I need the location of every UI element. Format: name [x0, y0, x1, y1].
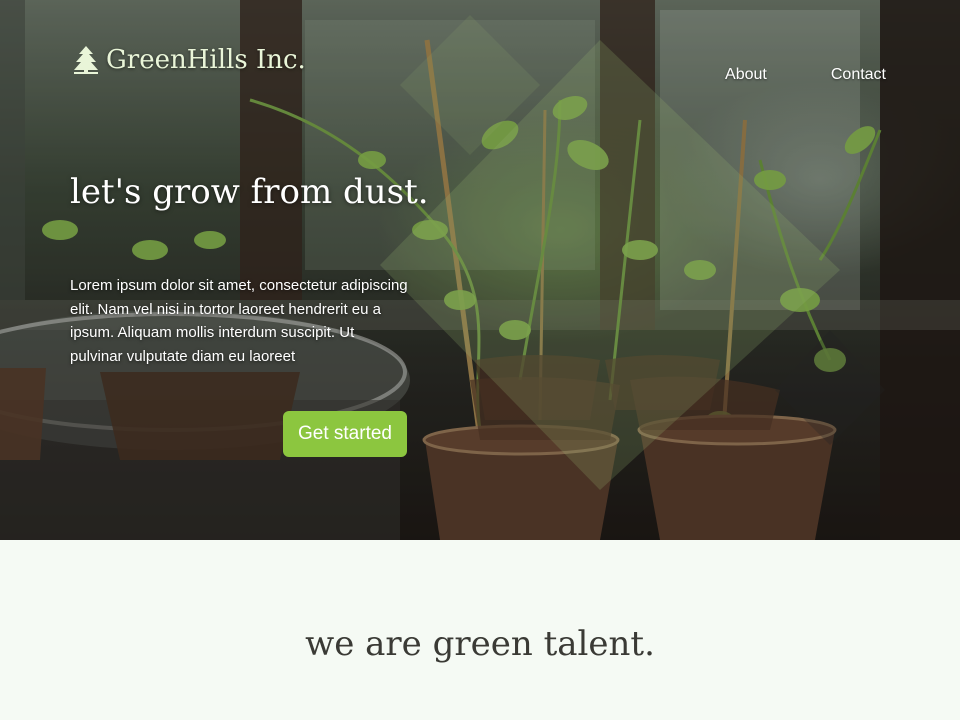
hero-section: GreenHills Inc. About Contact let's grow… — [0, 0, 960, 540]
pine-tree-icon — [74, 46, 98, 74]
nav-link-about[interactable]: About — [725, 66, 767, 84]
brand-name: GreenHills Inc. — [106, 45, 306, 75]
hero-description: Lorem ipsum dolor sit amet, consectetur … — [70, 277, 408, 365]
hero-title: let's grow from dust. — [70, 172, 429, 212]
section-title: we are green talent. — [305, 624, 655, 664]
main-nav: About Contact — [725, 66, 886, 84]
nav-link-contact[interactable]: Contact — [831, 66, 886, 84]
get-started-button[interactable]: Get started — [283, 411, 407, 457]
brand-logo[interactable]: GreenHills Inc. — [70, 44, 306, 76]
